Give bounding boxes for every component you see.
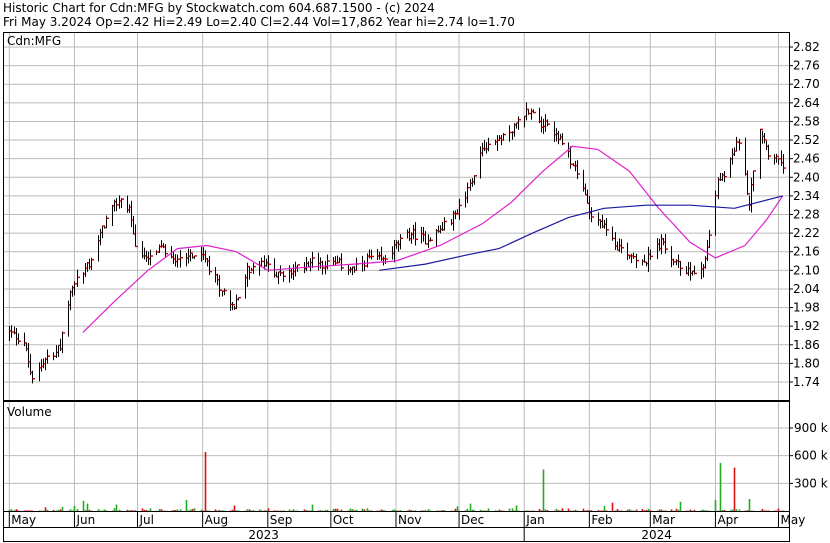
price-tick-label: 2.46 [793, 152, 820, 166]
price-tick-label: 1.92 [793, 319, 820, 333]
price-tick-label: 2.70 [793, 77, 820, 91]
price-tick-label: 2.64 [793, 96, 820, 110]
price-panel-label: Cdn:MFG [7, 34, 62, 48]
price-tick-label: 2.52 [793, 133, 820, 147]
price-tick-label: 2.82 [793, 40, 820, 54]
month-label: Jun [75, 513, 95, 527]
month-label: May [11, 513, 36, 527]
chart-grid [3, 32, 789, 511]
month-label: Mar [652, 513, 675, 527]
price-tick-label: 2.16 [793, 245, 820, 259]
month-label: Jan [525, 513, 545, 527]
month-label: Nov [398, 513, 421, 527]
price-tick-label: 2.10 [793, 263, 820, 277]
price-tick-label: 2.28 [793, 208, 820, 222]
price-tick-label: 2.34 [793, 189, 820, 203]
volume-tick-label: 300 k [794, 476, 828, 490]
month-label: Dec [461, 513, 484, 527]
price-tick-label: 2.04 [793, 282, 820, 296]
month-label: Sep [270, 513, 293, 527]
chart-frame [3, 32, 793, 542]
year-label: 2024 [641, 528, 672, 542]
stock-chart: 2.82 2.76 2.70 2.64 2.58 2.52 2.46 2.40 2.34 2.28… [3, 32, 828, 542]
axis-labels: 2.82 2.76 2.70 2.64 2.58 2.52 2.46 2.40 2.34 2.28… [11, 40, 827, 542]
price-tick-label: 2.40 [793, 170, 820, 184]
month-label: Apr [717, 513, 738, 527]
moving-averages [82, 145, 784, 333]
volume-panel-label: Volume [7, 405, 52, 419]
month-label: Feb [591, 513, 612, 527]
price-tick-label: 2.76 [793, 59, 820, 73]
price-tick-label: 1.86 [793, 338, 820, 352]
volume-tick-label: 900 k [794, 421, 828, 435]
month-label: Aug [205, 513, 228, 527]
price-bars [9, 102, 786, 384]
short-moving-average-line [82, 145, 784, 333]
price-tick-label: 2.22 [793, 226, 820, 240]
price-tick-label: 1.80 [793, 356, 820, 370]
month-label: Oct [333, 513, 354, 527]
month-label: May [780, 513, 805, 527]
price-tick-label: 1.74 [793, 375, 820, 389]
volume-tick-label: 600 k [794, 449, 828, 463]
price-tick-label: 2.58 [793, 114, 820, 128]
price-tick-label: 1.98 [793, 301, 820, 315]
month-label: Jul [139, 513, 154, 527]
year-label: 2023 [248, 528, 279, 542]
